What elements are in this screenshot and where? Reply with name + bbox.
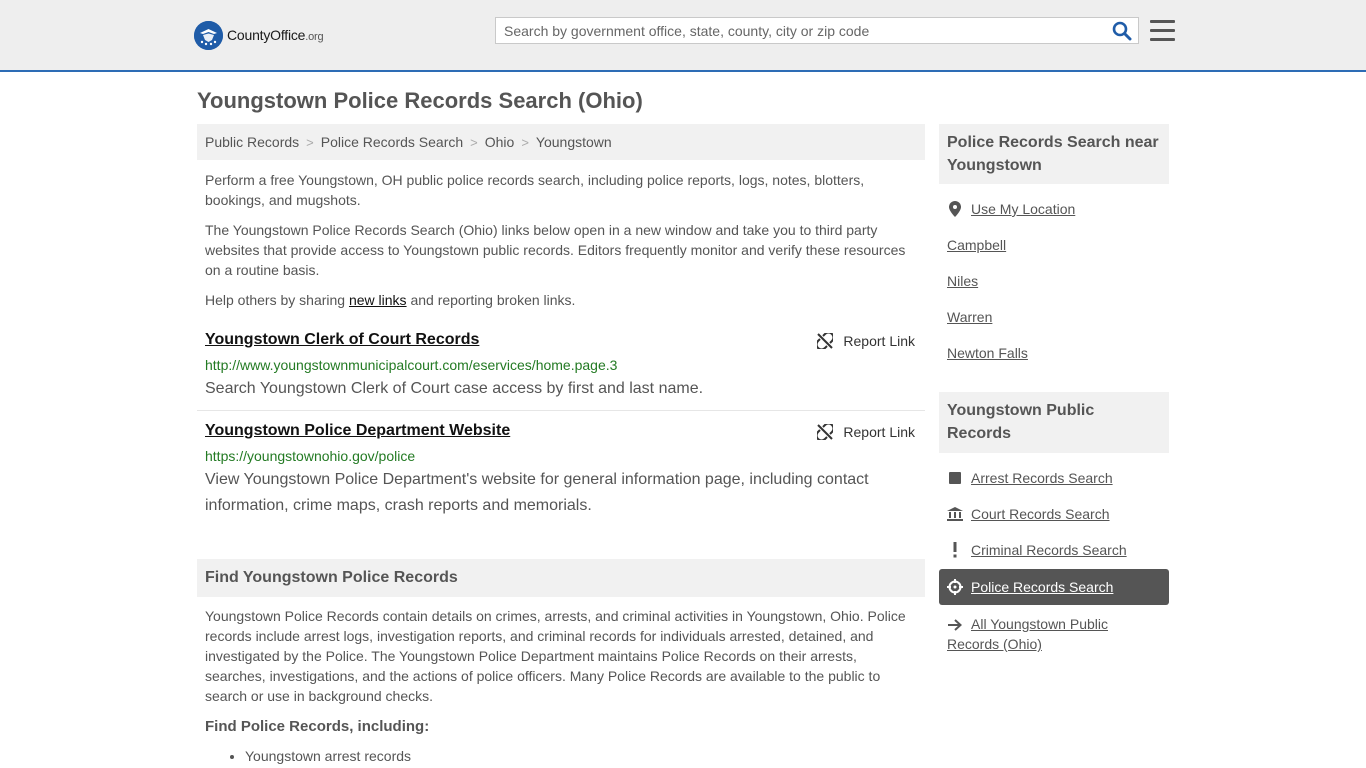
nearby-link-campbell[interactable]: Campbell [947,237,1006,253]
square-icon [947,470,963,486]
criminal-records-label: Criminal Records Search [971,542,1127,558]
site-logo[interactable]: CountyOffice.org [194,20,324,50]
breadcrumb-ohio[interactable]: Ohio [485,134,515,150]
result-item: Youngstown Clerk of Court Records Report… [197,331,925,406]
intro-paragraph-1: Perform a free Youngstown, OH public pol… [205,172,865,208]
use-my-location-label: Use My Location [971,201,1076,217]
find-section-heading: Find Youngstown Police Records [197,559,925,597]
breadcrumb-separator: > [306,134,314,150]
breadcrumb: Public Records > Police Records Search >… [197,124,925,160]
site-search [495,17,1139,44]
exclamation-icon [947,542,963,558]
result-description: View Youngstown Police Department's webs… [205,471,869,514]
logo-seal-icon [194,20,223,50]
search-input[interactable] [496,18,1106,43]
menu-bar [1150,29,1175,32]
court-records-link[interactable]: Court Records Search [947,506,1110,522]
all-public-records-link[interactable]: All Youngstown Public Records (Ohio) [947,614,1147,654]
intro-reporting-text: and reporting broken links. [406,292,576,308]
broken-link-icon [817,333,834,349]
result-title-link[interactable]: Youngstown Police Department Website [205,422,510,440]
search-button[interactable] [1112,21,1132,41]
new-links-link[interactable]: new links [349,292,407,308]
report-link-button[interactable]: Report Link [817,333,915,349]
report-link-label: Report Link [843,333,915,349]
breadcrumb-police-records-search[interactable]: Police Records Search [321,134,463,150]
report-link-button[interactable]: Report Link [817,424,915,440]
result-divider [197,410,925,411]
result-url: https://youngstownohio.gov/police [205,448,416,464]
breadcrumb-youngstown[interactable]: Youngstown [536,134,612,150]
courthouse-icon [947,506,963,522]
find-section-body: Youngstown Police Records contain detail… [205,608,906,704]
logo-text: CountyOffice.org [227,27,324,43]
nearby-heading: Police Records Search near Youngstown [939,124,1169,184]
menu-bar [1150,20,1175,23]
breadcrumb-separator: > [470,134,478,150]
use-my-location-link[interactable]: Use My Location [947,201,1075,217]
logo-name: CountyOffice [227,27,306,43]
court-records-label: Court Records Search [971,506,1110,522]
all-public-records-text: All Youngstown Public Records (Ohio) [947,614,1147,654]
public-records-heading: Youngstown Public Records [939,392,1169,453]
all-public-records-label: All Youngstown Public Records (Ohio) [947,616,1108,652]
intro-paragraph-3: Help others by sharing new links and rep… [205,290,917,310]
find-section-subheading: Find Police Records, including: [205,718,430,735]
result-title-link[interactable]: Youngstown Clerk of Court Records [205,331,479,349]
map-pin-icon [947,201,963,217]
list-item: Youngstown arrest records [245,746,411,766]
result-description: Search Youngstown Clerk of Court case ac… [205,380,704,397]
logo-suffix: .org [305,31,324,43]
police-records-label: Police Records Search [971,579,1114,595]
report-link-label: Report Link [843,424,915,440]
nearby-link-warren[interactable]: Warren [947,309,992,325]
top-header: CountyOffice.org [0,0,1366,72]
arrow-right-icon [947,617,963,633]
nearby-link-newton-falls[interactable]: Newton Falls [947,345,1028,361]
result-url: http://www.youngstownmunicipalcourt.com/… [205,357,618,373]
page-title: Youngstown Police Records Search (Ohio) [197,88,643,113]
search-icon [1112,21,1132,41]
broken-link-icon [817,424,834,440]
intro-paragraph-2: The Youngstown Police Records Search (Oh… [205,222,906,278]
criminal-records-link[interactable]: Criminal Records Search [947,542,1127,558]
crosshairs-icon [947,579,963,595]
find-records-list: Youngstown arrest records [205,746,411,766]
menu-bar [1150,38,1175,41]
intro-share-text: Help others by sharing [205,292,349,308]
breadcrumb-separator: > [521,134,529,150]
result-item: Youngstown Police Department Website Rep… [197,422,925,522]
arrest-records-link[interactable]: Arrest Records Search [947,470,1113,486]
breadcrumb-public-records[interactable]: Public Records [205,134,299,150]
nearby-link-niles[interactable]: Niles [947,273,978,289]
police-records-link-active[interactable]: Police Records Search [939,569,1169,605]
arrest-records-label: Arrest Records Search [971,470,1113,486]
hamburger-menu-icon[interactable] [1150,20,1175,42]
